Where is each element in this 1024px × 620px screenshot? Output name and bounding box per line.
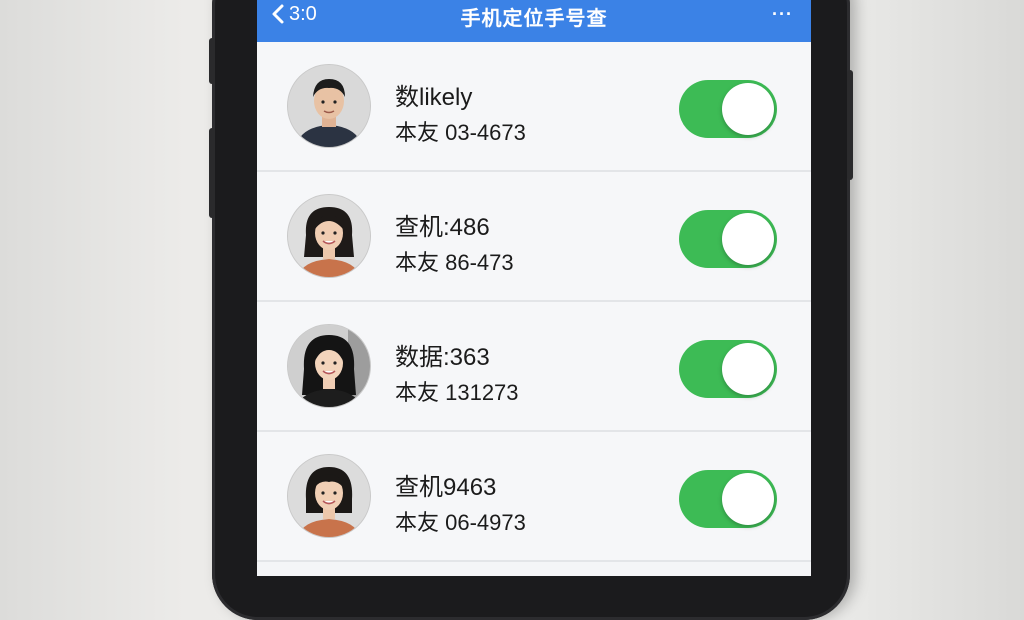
phone-screen: 3:0 手机定位手号查 ··· 数likely 本友 03-4673 查机:48… [257, 0, 811, 576]
person-avatar-icon [288, 65, 370, 147]
list-item[interactable]: 数likely 本友 03-4673 [257, 42, 811, 172]
avatar [288, 195, 370, 277]
more-options-button[interactable]: ··· [772, 4, 793, 25]
person-avatar-icon [288, 325, 370, 407]
toggle-knob [722, 213, 774, 265]
phone-side-button [209, 38, 215, 84]
contact-name: 数据:363 [395, 344, 490, 371]
contact-name: 查机9463 [395, 474, 497, 501]
location-toggle[interactable] [679, 210, 777, 268]
contact-number: 本友 131273 [395, 380, 519, 405]
app-header: 3:0 手机定位手号查 ··· [257, 0, 811, 42]
contact-number: 本友 06-4973 [395, 510, 526, 535]
contact-name: 查机:486 [395, 214, 490, 241]
avatar [288, 325, 370, 407]
location-toggle[interactable] [679, 470, 777, 528]
contact-list: 数likely 本友 03-4673 查机:486 本友 86-473 数据:3… [257, 42, 811, 562]
list-item[interactable]: 查机9463 本友 06-4973 [257, 432, 811, 562]
location-toggle[interactable] [679, 80, 777, 138]
toggle-knob [722, 343, 774, 395]
page-title: 手机定位手号查 [460, 8, 608, 30]
contact-name: 数likely [395, 84, 473, 111]
person-avatar-icon [288, 195, 370, 277]
avatar [288, 455, 370, 537]
list-item[interactable]: 查机:486 本友 86-473 [257, 172, 811, 302]
list-item[interactable]: 数据:363 本友 131273 [257, 302, 811, 432]
person-avatar-icon [288, 455, 370, 537]
phone-side-button [209, 128, 215, 218]
contact-number: 本友 86-473 [395, 250, 514, 275]
phone-side-button [847, 70, 853, 180]
toggle-knob [722, 83, 774, 135]
contact-number: 本友 03-4673 [395, 120, 526, 145]
avatar [288, 65, 370, 147]
toggle-knob [722, 473, 774, 525]
location-toggle[interactable] [679, 340, 777, 398]
